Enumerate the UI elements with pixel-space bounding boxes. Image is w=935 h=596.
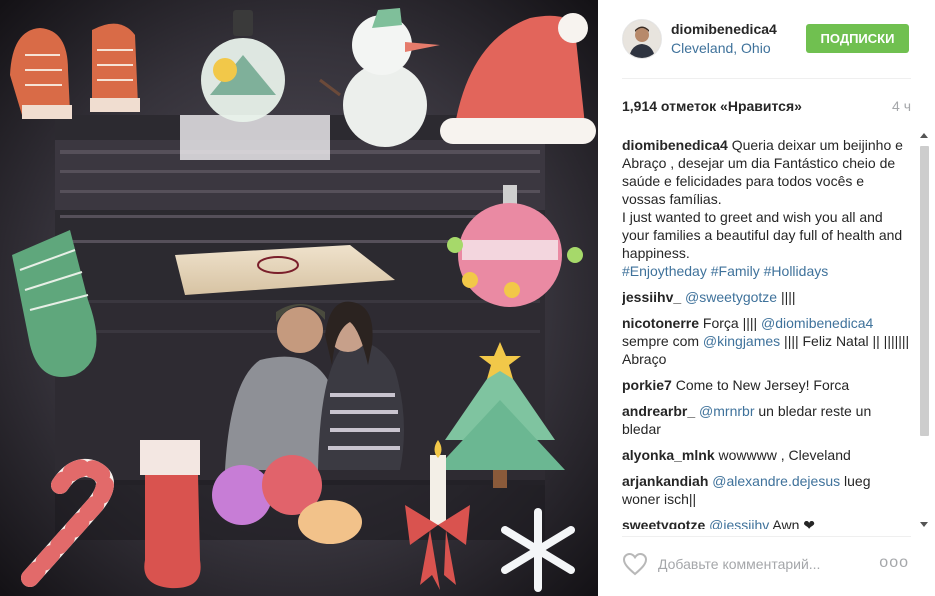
location-link[interactable]: Cleveland, Ohio [671,40,771,56]
likes-row: 1,914 отметок «Нравится» 4 ч [622,98,911,116]
add-comment-input[interactable] [658,553,858,575]
hashtag-link[interactable]: #Hollidays [764,263,829,279]
scroll-up-icon[interactable] [920,132,928,140]
hashtag-link[interactable]: #Enjoytheday [622,263,707,279]
comment-item: porkie7 Come to New Jersey! Forca [622,376,911,394]
comment-username[interactable]: arjankandiah [622,473,708,489]
header-divider [622,78,911,79]
avatar-image [623,20,661,58]
follow-button[interactable]: ПОДПИСКИ [806,24,909,53]
likes-count[interactable]: 1,914 отметок «Нравится» [622,98,802,114]
comment-text: |||| [777,289,796,305]
more-options-icon[interactable]: ooo [879,554,909,572]
comment-username[interactable]: andrearbr_ [622,403,695,419]
post-header: diomibenedica4 Cleveland, Ohio ПОДПИСКИ [598,0,935,78]
hashtag-link[interactable]: #Family [711,263,760,279]
comment-text: Força |||| [702,315,762,331]
scrollbar-thumb[interactable] [920,146,929,436]
add-comment-row: ooo [622,550,911,580]
mention-link[interactable]: @kingjames [703,333,780,349]
comment-text: Awn ❤ [769,517,815,529]
comments-scrollbar[interactable] [918,130,930,528]
scroll-down-icon[interactable] [920,520,928,528]
comments-list[interactable]: diomibenedica4 Queria deixar um beijinho… [622,136,911,529]
comment-username[interactable]: sweetygotze [622,517,705,529]
comment-item: jessiihv_ @sweetygotze |||| [622,288,911,306]
mention-link[interactable]: @sweetygotze [685,289,777,305]
mention-link[interactable]: @alexandre.dejesus [712,473,840,489]
comment-item: diomibenedica4 Queria deixar um beijinho… [622,136,911,280]
post-time[interactable]: 4 ч [892,98,911,114]
comment-text: Come to New Jersey! Forca [675,377,850,393]
mention-link[interactable]: @mrnrbr [699,403,754,419]
post-photo[interactable] [0,0,598,596]
post-sidebar: diomibenedica4 Cleveland, Ohio ПОДПИСКИ … [598,0,935,596]
comment-username[interactable]: nicotonerre [622,315,699,331]
comment-item: sweetygotze @jessiihv Awn ❤ [622,516,911,529]
comment-item: andrearbr_ @mrnrbr un bledar reste un bl… [622,402,911,438]
comment-username[interactable]: alyonka_mlnk [622,447,715,463]
post-image [0,0,598,596]
comment-text: Queria deixar um beijinho e Abraço , des… [622,137,903,261]
comment-username[interactable]: diomibenedica4 [622,137,728,153]
comment-item: nicotonerre Força |||| @diomibenedica4 s… [622,314,911,368]
comment-item: alyonka_mlnk wowwww , Cleveland [622,446,911,464]
mention-link[interactable]: @diomibenedica4 [761,315,873,331]
avatar[interactable] [622,19,662,59]
heart-icon[interactable] [622,552,648,576]
comment-username[interactable]: jessiihv_ [622,289,681,305]
comment-text: wowwww , Cleveland [718,447,851,463]
comment-username[interactable]: porkie7 [622,377,672,393]
comments-divider [622,536,911,537]
comment-item: arjankandiah @alexandre.dejesus lueg won… [622,472,911,508]
mention-link[interactable]: @jessiihv [709,517,769,529]
comment-text: sempre com [622,333,703,349]
username-link[interactable]: diomibenedica4 [671,21,777,37]
